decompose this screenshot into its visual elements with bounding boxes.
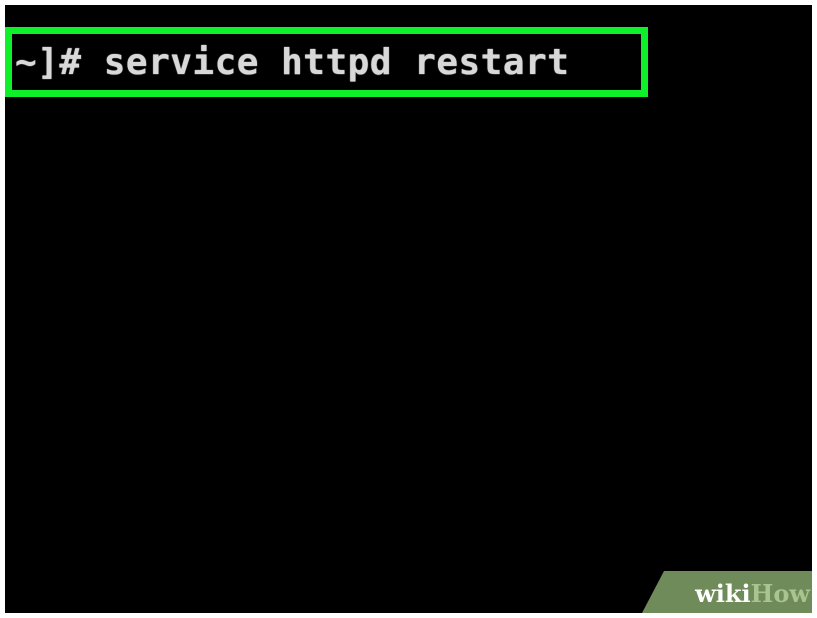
terminal-window[interactable]: ~]# service httpd restart wikiHow	[5, 5, 812, 613]
logo-how: How	[750, 579, 810, 608]
command-highlight-box	[5, 27, 648, 97]
image-frame: ~]# service httpd restart wikiHow	[0, 0, 817, 618]
wikihow-logo: wikiHow	[695, 578, 810, 610]
logo-wiki: wiki	[695, 579, 751, 608]
